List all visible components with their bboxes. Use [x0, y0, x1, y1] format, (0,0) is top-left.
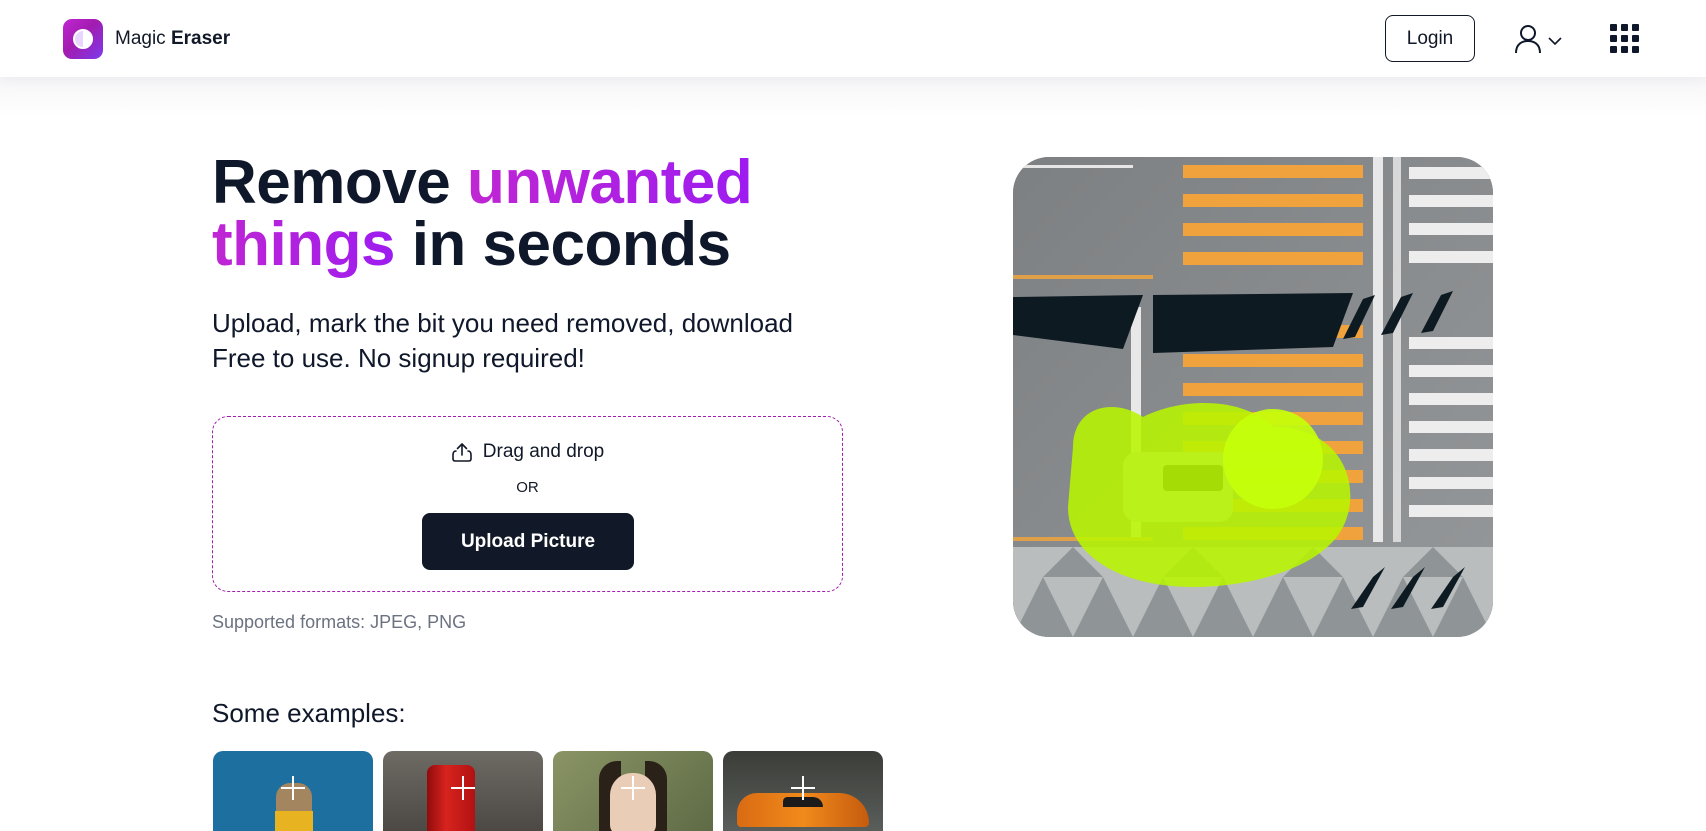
- top-navbar: Magic Eraser Login: [0, 0, 1706, 77]
- header-shadow: [0, 77, 1706, 117]
- subtitle-line1: Upload, mark the bit you need removed, d…: [212, 308, 794, 338]
- upload-dropzone[interactable]: Drag and drop OR Upload Picture: [212, 416, 843, 592]
- chevron-down-icon: [1548, 33, 1562, 51]
- plus-icon: [621, 776, 645, 800]
- headline-accent1: unwanted: [466, 148, 753, 217]
- example-thumbnail-sports-car[interactable]: [723, 751, 883, 831]
- logo[interactable]: Magic Eraser: [63, 19, 230, 59]
- supported-formats-note: Supported formats: JPEG, PNG: [212, 612, 467, 632]
- hero-subtitle: Upload, mark the bit you need removed, d…: [212, 306, 793, 376]
- headline-part1: Remove: [212, 148, 467, 217]
- examples-list: [213, 751, 883, 831]
- examples-heading: Some examples:: [212, 698, 406, 728]
- apps-grid-icon[interactable]: [1610, 24, 1642, 54]
- or-divider-label: OR: [516, 479, 539, 496]
- demo-image: [1013, 157, 1493, 637]
- login-button[interactable]: Login: [1385, 15, 1475, 62]
- logo-text: Magic Eraser: [115, 28, 230, 50]
- example-thumbnail-dog[interactable]: [213, 751, 373, 831]
- headline-part2: in seconds: [394, 210, 731, 279]
- user-menu[interactable]: [1514, 24, 1562, 59]
- plus-icon: [791, 776, 815, 800]
- plus-icon: [451, 776, 475, 800]
- drag-drop-label: Drag and drop: [482, 441, 605, 462]
- logo-text-regular: Magic: [115, 28, 166, 49]
- subtitle-line2: Free to use. No signup required!: [212, 343, 585, 373]
- magic-eraser-logo-icon: [63, 19, 103, 59]
- example-thumbnail-woman[interactable]: [553, 751, 713, 831]
- plus-icon: [281, 776, 305, 800]
- user-icon: [1514, 24, 1542, 59]
- page-title: Remove unwanted things in seconds: [212, 152, 753, 279]
- upload-picture-button[interactable]: Upload Picture: [422, 513, 634, 570]
- example-thumbnail-cola-can[interactable]: [383, 751, 543, 831]
- logo-text-bold: Eraser: [170, 28, 231, 49]
- drag-drop-row: Drag and drop: [213, 441, 842, 463]
- upload-icon: [451, 443, 472, 462]
- headline-accent2: things: [212, 210, 395, 279]
